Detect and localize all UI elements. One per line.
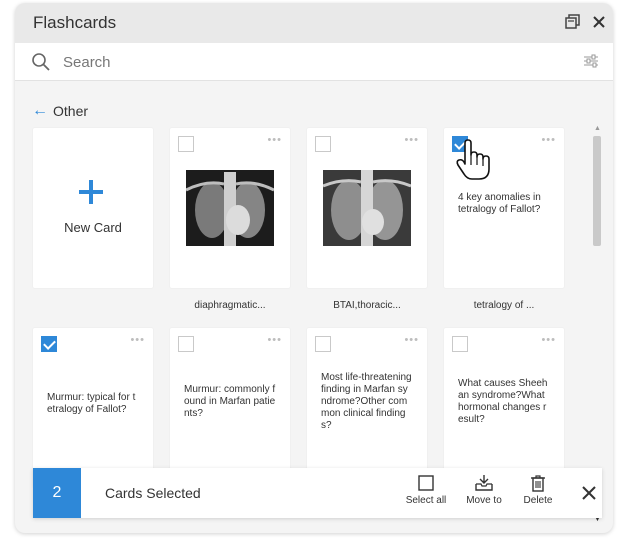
card-checkbox[interactable] bbox=[315, 136, 331, 152]
title-bar: Flashcards bbox=[15, 3, 613, 43]
card-question: Most life-threatening finding in Marfan … bbox=[321, 372, 412, 431]
search-bar bbox=[15, 43, 613, 81]
more-options-icon[interactable]: ••• bbox=[267, 134, 282, 146]
card-question: What causes Sheeh an syndrome?What hormo… bbox=[458, 378, 548, 425]
card-checkbox[interactable] bbox=[452, 336, 468, 352]
close-icon[interactable] bbox=[589, 12, 609, 32]
card-question: Murmur: commonly f ound in Marfan patie … bbox=[184, 384, 276, 419]
checkbox-outline-icon bbox=[418, 475, 434, 491]
filter-settings-icon[interactable] bbox=[583, 54, 599, 68]
flashcard[interactable]: ••• What causes Sheeh an syndrome?What h… bbox=[444, 328, 564, 488]
more-options-icon[interactable]: ••• bbox=[267, 334, 282, 346]
delete-button[interactable]: Delete bbox=[513, 474, 563, 514]
new-card-label: New Card bbox=[64, 220, 122, 235]
trash-icon bbox=[531, 475, 545, 492]
more-options-icon[interactable]: ••• bbox=[541, 134, 556, 146]
flashcard[interactable]: ••• Most life-threatening finding in Mar… bbox=[307, 328, 427, 488]
selected-label: Cards Selected bbox=[105, 485, 201, 501]
hand-cursor-icon bbox=[456, 139, 490, 180]
window-title: Flashcards bbox=[33, 13, 117, 32]
close-selection-icon[interactable] bbox=[581, 485, 597, 501]
card-checkbox-checked[interactable] bbox=[41, 336, 57, 352]
more-options-icon[interactable]: ••• bbox=[404, 134, 419, 146]
more-options-icon[interactable]: ••• bbox=[130, 334, 145, 346]
card-caption: tetralogy of ... bbox=[473, 300, 535, 311]
selected-count-badge: 2 bbox=[33, 468, 81, 518]
chest-xray-image bbox=[186, 170, 274, 246]
card-caption: BTAI,thoracic... bbox=[333, 300, 401, 311]
flashcard[interactable]: ••• Murmur: commonly f ound in Marfan pa… bbox=[170, 328, 290, 488]
move-to-button[interactable]: Move to bbox=[459, 474, 509, 514]
card-question: Murmur: typical for t etralogy of Fallot… bbox=[47, 392, 136, 415]
more-options-icon[interactable]: ••• bbox=[541, 334, 556, 346]
plus-icon bbox=[79, 180, 103, 204]
back-arrow-icon: ← bbox=[32, 102, 48, 119]
search-icon bbox=[32, 53, 50, 71]
scrollbar[interactable]: ▲ ▼ bbox=[592, 125, 602, 523]
new-card-button[interactable]: New Card bbox=[33, 128, 153, 288]
flashcard[interactable]: ••• BTAI,thoracic... bbox=[307, 128, 427, 311]
breadcrumb-back[interactable]: ← Other bbox=[32, 102, 88, 120]
breadcrumb-label: Other bbox=[53, 103, 89, 119]
move-to-label: Move to bbox=[466, 495, 502, 506]
more-options-icon[interactable]: ••• bbox=[404, 334, 419, 346]
card-question: 4 key anomalies in tetralogy of Fallot? bbox=[458, 192, 541, 215]
chest-xray-image bbox=[323, 170, 411, 246]
flashcard[interactable]: ••• Murmur: typical for t etralogy of Fa… bbox=[33, 328, 153, 488]
card-checkbox[interactable] bbox=[178, 336, 194, 352]
card-checkbox[interactable] bbox=[315, 336, 331, 352]
scroll-up-arrow-icon[interactable]: ▲ bbox=[594, 125, 601, 132]
card-checkbox[interactable] bbox=[178, 136, 194, 152]
card-caption: diaphragmatic... bbox=[194, 300, 266, 311]
move-tray-icon bbox=[475, 475, 493, 491]
flashcards-window: Flashcards ← Other New bbox=[15, 3, 613, 533]
delete-label: Delete bbox=[523, 495, 553, 506]
select-all-label: Select all bbox=[405, 495, 447, 506]
selection-bar: 2 Cards Selected Select all Move to Dele… bbox=[33, 468, 602, 518]
select-all-button[interactable]: Select all bbox=[401, 474, 451, 514]
scrollbar-thumb[interactable] bbox=[593, 136, 601, 246]
restore-window-icon[interactable] bbox=[563, 12, 583, 32]
flashcard[interactable]: ••• diaphragmatic... bbox=[170, 128, 290, 311]
search-input[interactable] bbox=[63, 49, 543, 75]
